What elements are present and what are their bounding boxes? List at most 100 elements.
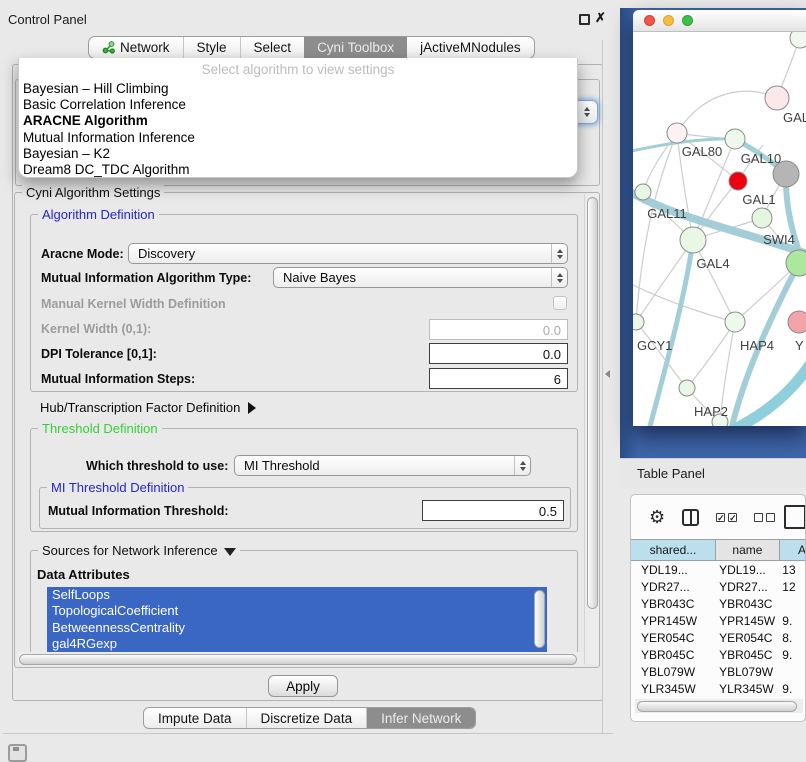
collapsed-panel-icon[interactable] <box>8 744 27 762</box>
node-label: GAL80 <box>682 144 722 159</box>
table-row[interactable]: YBL079WYBL079W <box>631 663 805 680</box>
which-threshold-combobox[interactable]: MI Threshold <box>234 455 531 476</box>
settings-horizontal-scrollbar[interactable] <box>17 652 583 666</box>
mi-steps-field[interactable]: 6 <box>429 368 568 389</box>
node-hap4[interactable] <box>725 312 745 332</box>
column-selector-icon[interactable] <box>682 509 699 526</box>
table-row[interactable]: YPR145WYPR145W9. <box>631 612 805 629</box>
panel-divider[interactable] <box>602 40 603 733</box>
aracne-mode-label: Aracne Mode: <box>41 247 124 261</box>
select-all-icon[interactable]: ✓✓ <box>716 513 737 522</box>
dropdown-item[interactable]: Mutual Information Inference <box>19 130 577 146</box>
dropdown-item[interactable]: Basic Correlation Inference <box>19 97 577 113</box>
list-scrollbar[interactable] <box>534 590 545 648</box>
tab-style[interactable]: Style <box>183 37 240 58</box>
dropdown-item[interactable]: Dream8 DC_TDC Algorithm <box>19 162 577 178</box>
kernel-width-field[interactable]: 0.0 <box>429 319 568 340</box>
tab-select[interactable]: Select <box>240 37 305 58</box>
scrollbar-thumb[interactable] <box>637 701 797 712</box>
list-item[interactable]: TopologicalCoefficient <box>47 603 547 619</box>
combobox-stepper-icon <box>514 456 530 475</box>
threshold-definition-group: Threshold Definition Which threshold to … <box>30 428 578 532</box>
algorithm-dropdown-popup: Select algorithm to view settings Bayesi… <box>18 58 578 178</box>
table-row[interactable]: YDR27...YDR27...12 <box>631 578 805 595</box>
node-label: GAL10 <box>741 151 781 166</box>
deselect-all-icon[interactable] <box>754 513 775 522</box>
table-row[interactable]: YBR045CYBR045C9. <box>631 646 805 663</box>
manual-kernel-checkbox[interactable] <box>553 296 567 310</box>
table-export-icon[interactable] <box>784 505 806 529</box>
node-pink[interactable] <box>788 311 806 333</box>
mi-algorithm-type-combobox[interactable]: Naive Bayes <box>273 267 568 288</box>
mi-threshold-group-title: MI Threshold Definition <box>47 480 188 495</box>
data-attributes-list[interactable]: SelfLoops TopologicalCoefficient Between… <box>47 587 547 653</box>
node-label: SWI4 <box>763 232 795 247</box>
gear-icon[interactable]: ⚙ <box>649 508 665 526</box>
table-panel-card: ⚙ ✓✓ shared... name A YDL19...YDL19...13… <box>630 494 806 722</box>
dropdown-hint: Select algorithm to view settings <box>19 61 577 81</box>
node-gal10[interactable] <box>725 129 745 149</box>
dpi-tolerance-field[interactable]: 0.0 <box>429 343 568 364</box>
mi-threshold-field[interactable]: 0.5 <box>422 500 564 521</box>
tab-infer-network[interactable]: Infer Network <box>366 708 475 728</box>
close-window-icon[interactable] <box>644 15 655 26</box>
node-gal4[interactable] <box>680 227 706 253</box>
table-body: YDL19...YDL19...13 YDR27...YDR27...12 YB… <box>631 561 805 714</box>
zoom-window-icon[interactable] <box>682 15 693 26</box>
tab-jactivemnodules[interactable]: jActiveMNodules <box>407 37 534 58</box>
list-item[interactable]: gal4RGexp <box>47 636 547 652</box>
network-window-titlebar[interactable] <box>633 10 806 32</box>
column-header-shared-name[interactable]: shared... <box>631 540 715 560</box>
settings-group-title: Cyni Algorithm Settings <box>22 185 164 200</box>
list-item[interactable]: BetweennessCentrality <box>47 620 547 636</box>
settings-vertical-scrollbar[interactable] <box>584 194 599 664</box>
table-row[interactable]: YLR345WYLR345W9. <box>631 680 805 697</box>
mi-threshold-label: Mutual Information Threshold: <box>48 504 229 518</box>
table-row[interactable]: YBR043CYBR043C <box>631 595 805 612</box>
node-red[interactable] <box>729 172 747 190</box>
scrollbar-thumb[interactable] <box>587 197 598 609</box>
node-gcy1[interactable] <box>633 314 644 330</box>
column-header-name[interactable]: name <box>715 540 779 560</box>
network-canvas[interactable]: GAL GAL80 GAL10 GAL1 GAL11 SWI4 GAL4 GCY… <box>633 32 806 426</box>
node-unlabeled[interactable] <box>790 32 806 48</box>
node-label: GAL11 <box>647 206 687 221</box>
list-item[interactable]: SelfLoops <box>47 587 547 603</box>
inference-algorithm-combobox-fragment[interactable] <box>576 100 598 124</box>
node-hap2[interactable] <box>679 380 695 396</box>
dropdown-item[interactable]: Bayesian – Hill Climbing <box>19 81 577 97</box>
algorithm-definition-group: Algorithm Definition Aracne Mode: Discov… <box>30 214 578 392</box>
scrollbar-thumb[interactable] <box>19 654 577 665</box>
node-gal11[interactable] <box>635 184 651 200</box>
tab-cyni-toolbox[interactable]: Cyni Toolbox <box>304 37 407 58</box>
tab-network[interactable]: Network <box>89 37 183 58</box>
aracne-mode-combobox[interactable]: Discovery <box>128 243 568 264</box>
expand-arrow-icon <box>248 402 256 414</box>
node-gal1[interactable] <box>752 208 772 228</box>
node-gal[interactable] <box>765 86 789 110</box>
mi-threshold-group: MI Threshold Definition Mutual Informati… <box>39 487 571 529</box>
control-panel-title: Control Panel <box>8 12 87 27</box>
apply-button[interactable]: Apply <box>268 675 338 697</box>
close-panel-icon[interactable]: ✗ <box>595 10 606 26</box>
bottom-tabbar: Impute Data Discretize Data Infer Networ… <box>143 707 476 729</box>
sources-group-title[interactable]: Sources for Network Inference <box>38 543 240 558</box>
dropdown-item[interactable]: Bayesian – K2 <box>19 146 577 162</box>
control-panel-tabbar: Network Style Select Cyni Toolbox jActiv… <box>88 36 535 59</box>
minimize-window-icon[interactable] <box>663 15 674 26</box>
application-window: Control Panel ✗ Network Style Select Cyn… <box>0 0 806 762</box>
float-panel-icon[interactable] <box>579 14 590 25</box>
node-gal80[interactable] <box>667 123 687 143</box>
table-row[interactable]: YDL19...YDL19...13 <box>631 561 805 578</box>
tab-impute-data[interactable]: Impute Data <box>144 708 246 728</box>
collapse-arrow-icon <box>224 548 236 556</box>
network-view-window[interactable]: GAL GAL80 GAL10 GAL1 GAL11 SWI4 GAL4 GCY… <box>633 10 806 426</box>
table-horizontal-scrollbar[interactable] <box>635 699 803 713</box>
hub-section-toggle[interactable]: Hub/Transcription Factor Definition <box>40 400 256 415</box>
dropdown-item-aracne[interactable]: ARACNE Algorithm <box>19 113 577 129</box>
manual-kernel-label: Manual Kernel Width Definition <box>41 297 226 311</box>
tab-discretize-data[interactable]: Discretize Data <box>246 708 367 728</box>
table-row[interactable]: YER054CYER054C8. <box>631 629 805 646</box>
column-header-partial[interactable]: A <box>779 540 805 560</box>
divider-collapse-arrow-icon[interactable] <box>605 370 610 378</box>
